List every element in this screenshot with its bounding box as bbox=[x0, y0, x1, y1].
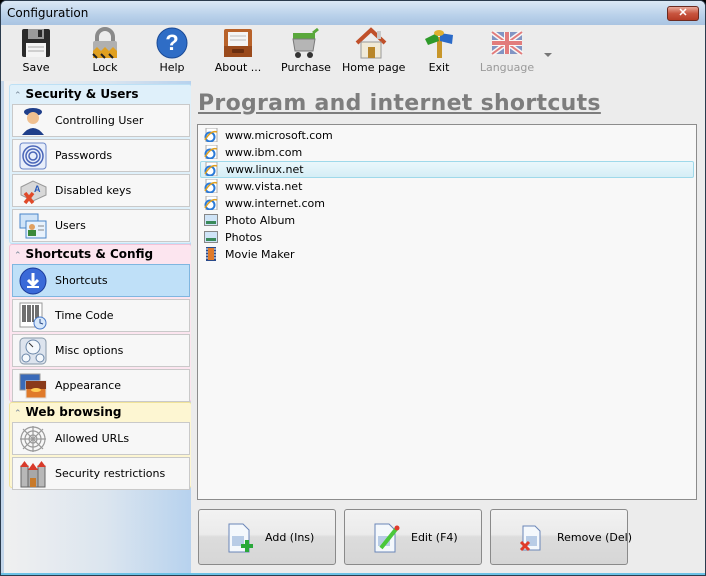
home-page-button[interactable]: Home page bbox=[342, 27, 406, 77]
ie-shortcut-icon bbox=[204, 179, 218, 193]
list-item[interactable]: www.internet.com bbox=[200, 195, 694, 212]
sidebar: ⌃ Security & Users Controlling User Passw… bbox=[1, 81, 192, 575]
add-document-icon bbox=[228, 523, 253, 553]
floppy-disk-icon bbox=[22, 29, 50, 57]
photo-icon bbox=[204, 231, 218, 243]
sidebar-item-time-code[interactable]: Time Code bbox=[12, 299, 190, 332]
group-shortcuts-config: ⌃ Shortcuts & Config Shortcuts Time Code … bbox=[9, 244, 192, 402]
film-strip-icon bbox=[206, 247, 216, 261]
shopping-cart-icon bbox=[292, 27, 319, 58]
list-item[interactable]: www.microsoft.com bbox=[200, 127, 694, 144]
police-user-icon bbox=[22, 108, 44, 135]
about-label: About ... bbox=[214, 61, 262, 74]
collapse-chevron-icon: ⌃ bbox=[14, 251, 22, 261]
group-web-browsing: ⌃ Web browsing Allowed URLs Security rest… bbox=[9, 402, 192, 490]
help-question-icon: ? bbox=[156, 27, 188, 59]
edit-document-icon bbox=[374, 523, 400, 553]
house-icon bbox=[355, 27, 387, 59]
photo-icon bbox=[204, 214, 218, 226]
fingerprint-icon bbox=[19, 142, 47, 170]
gauges-icon bbox=[19, 337, 47, 365]
remove-button[interactable]: Remove (Del) bbox=[490, 509, 632, 565]
save-button[interactable]: Save bbox=[15, 27, 57, 77]
about-button[interactable]: About ... bbox=[213, 27, 263, 77]
purchase-button[interactable]: Purchase bbox=[281, 27, 331, 77]
pictures-icon bbox=[19, 373, 47, 399]
close-icon: ✕ bbox=[678, 7, 688, 19]
language-dropdown-arrow-icon[interactable] bbox=[544, 53, 552, 57]
ie-shortcut-icon bbox=[204, 196, 218, 210]
help-label: Help bbox=[159, 61, 185, 74]
user-cards-icon bbox=[19, 213, 47, 239]
home-page-label: Home page bbox=[342, 61, 406, 74]
exit-label: Exit bbox=[428, 61, 450, 74]
sidebar-item-shortcuts[interactable]: Shortcuts bbox=[12, 264, 190, 297]
window-title: Configuration bbox=[7, 6, 89, 20]
list-item[interactable]: www.vista.net bbox=[200, 178, 694, 195]
close-button[interactable]: ✕ bbox=[667, 6, 699, 21]
disabled-key-icon: A bbox=[20, 180, 47, 205]
sidebar-item-controlling-user[interactable]: Controlling User bbox=[12, 104, 190, 137]
main-panel: Program and internet shortcuts www.micro… bbox=[191, 81, 705, 575]
edit-button[interactable]: Edit (F4) bbox=[344, 509, 482, 565]
add-button[interactable]: Add (Ins) bbox=[198, 509, 336, 565]
svg-text:?: ? bbox=[165, 30, 178, 55]
sidebar-item-disabled-keys[interactable]: A Disabled keys bbox=[12, 174, 190, 207]
window-bottom-edge bbox=[1, 573, 705, 575]
uk-flag-icon bbox=[490, 29, 524, 57]
sidebar-item-users[interactable]: Users bbox=[12, 209, 190, 242]
collapse-chevron-icon: ⌃ bbox=[14, 409, 22, 419]
sidebar-item-security-restrictions[interactable]: Security restrictions bbox=[12, 457, 190, 490]
save-label: Save bbox=[22, 61, 50, 74]
list-item[interactable]: Photo Album bbox=[200, 212, 694, 229]
group-security-users: ⌃ Security & Users Controlling User Passw… bbox=[9, 84, 192, 244]
castle-icon bbox=[20, 461, 46, 488]
ie-shortcut-icon bbox=[204, 145, 218, 159]
remove-document-icon bbox=[519, 525, 541, 552]
language-label: Language bbox=[479, 61, 535, 74]
spider-web-icon bbox=[20, 426, 46, 452]
shortcuts-list[interactable]: www.microsoft.com www.ibm.com www.linux.… bbox=[197, 124, 697, 500]
padlock-icon bbox=[92, 27, 117, 59]
list-item-selected[interactable]: www.linux.net bbox=[200, 161, 694, 178]
inbox-tray-icon bbox=[224, 29, 252, 57]
collapse-chevron-icon: ⌃ bbox=[14, 91, 22, 101]
group-header-shortcuts-config[interactable]: ⌃ Shortcuts & Config bbox=[12, 247, 189, 262]
sidebar-item-passwords[interactable]: Passwords bbox=[12, 139, 190, 172]
ie-shortcut-icon bbox=[204, 128, 218, 142]
configuration-window: Configuration ✕ Save Lock ? Help About .… bbox=[0, 0, 706, 576]
purchase-label: Purchase bbox=[281, 61, 331, 74]
svg-text:A: A bbox=[34, 184, 41, 194]
toolbar: Save Lock ? Help About ... Purchase Home… bbox=[1, 25, 705, 81]
sidebar-item-appearance[interactable]: Appearance bbox=[12, 369, 190, 402]
lock-label: Lock bbox=[92, 61, 118, 74]
language-button[interactable]: Language bbox=[479, 27, 535, 77]
signpost-icon bbox=[425, 30, 453, 58]
download-arrow-icon bbox=[19, 267, 47, 295]
help-button[interactable]: ? Help bbox=[151, 27, 193, 77]
group-header-web-browsing[interactable]: ⌃ Web browsing bbox=[12, 405, 189, 420]
barcode-clock-icon bbox=[19, 302, 47, 330]
title-bar[interactable]: Configuration ✕ bbox=[1, 1, 705, 25]
ie-shortcut-icon bbox=[204, 162, 218, 176]
exit-button[interactable]: Exit bbox=[421, 27, 457, 77]
lock-button[interactable]: Lock bbox=[84, 27, 126, 77]
sidebar-item-misc-options[interactable]: Misc options bbox=[12, 334, 190, 367]
list-item[interactable]: www.ibm.com bbox=[200, 144, 694, 161]
group-header-security-users[interactable]: ⌃ Security & Users bbox=[12, 87, 189, 102]
sidebar-item-allowed-urls[interactable]: Allowed URLs bbox=[12, 422, 190, 455]
page-title: Program and internet shortcuts bbox=[198, 91, 601, 116]
list-item[interactable]: Photos bbox=[200, 229, 694, 246]
list-item[interactable]: Movie Maker bbox=[200, 246, 694, 263]
